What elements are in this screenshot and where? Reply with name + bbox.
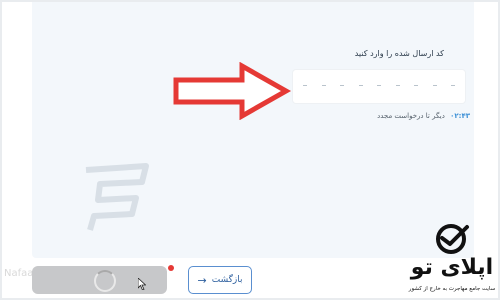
red-arrow-icon [173,62,292,120]
brand-logo: اپلای تو سایت جامع مهاجرت به خارج از کشو… [404,222,500,300]
code-placeholder-dashes [303,85,455,87]
code-prompt: کد ارسال شده را وارد کنید [354,49,444,58]
verification-card [32,0,474,258]
resend-text: دیگر تا درخواست مجدد [377,112,445,120]
notification-dot [168,265,174,271]
back-button-label: بازگشت [211,275,243,285]
loading-spinner-icon [94,270,116,292]
check-circle-icon [436,224,469,254]
brand-name: اپلای تو [410,255,494,280]
mouse-cursor-icon [138,278,146,290]
back-button[interactable]: بازگشت → [188,266,252,294]
faint-logo-text: Nafaa [4,268,34,279]
brand-tagline: سایت جامع مهاجرت به خارج از کشور [408,286,496,292]
screen: کد ارسال شده را وارد کنید ۰۲:۴۳ دیگر تا … [0,0,500,300]
resend-timer: ۰۲:۴۳ دیگر تا درخواست مجدد [377,112,470,120]
watermark-logo [76,160,156,235]
countdown-time: ۰۲:۴۳ [450,112,470,120]
arrow-right-icon: → [197,273,207,287]
verification-code-input[interactable] [293,70,465,103]
